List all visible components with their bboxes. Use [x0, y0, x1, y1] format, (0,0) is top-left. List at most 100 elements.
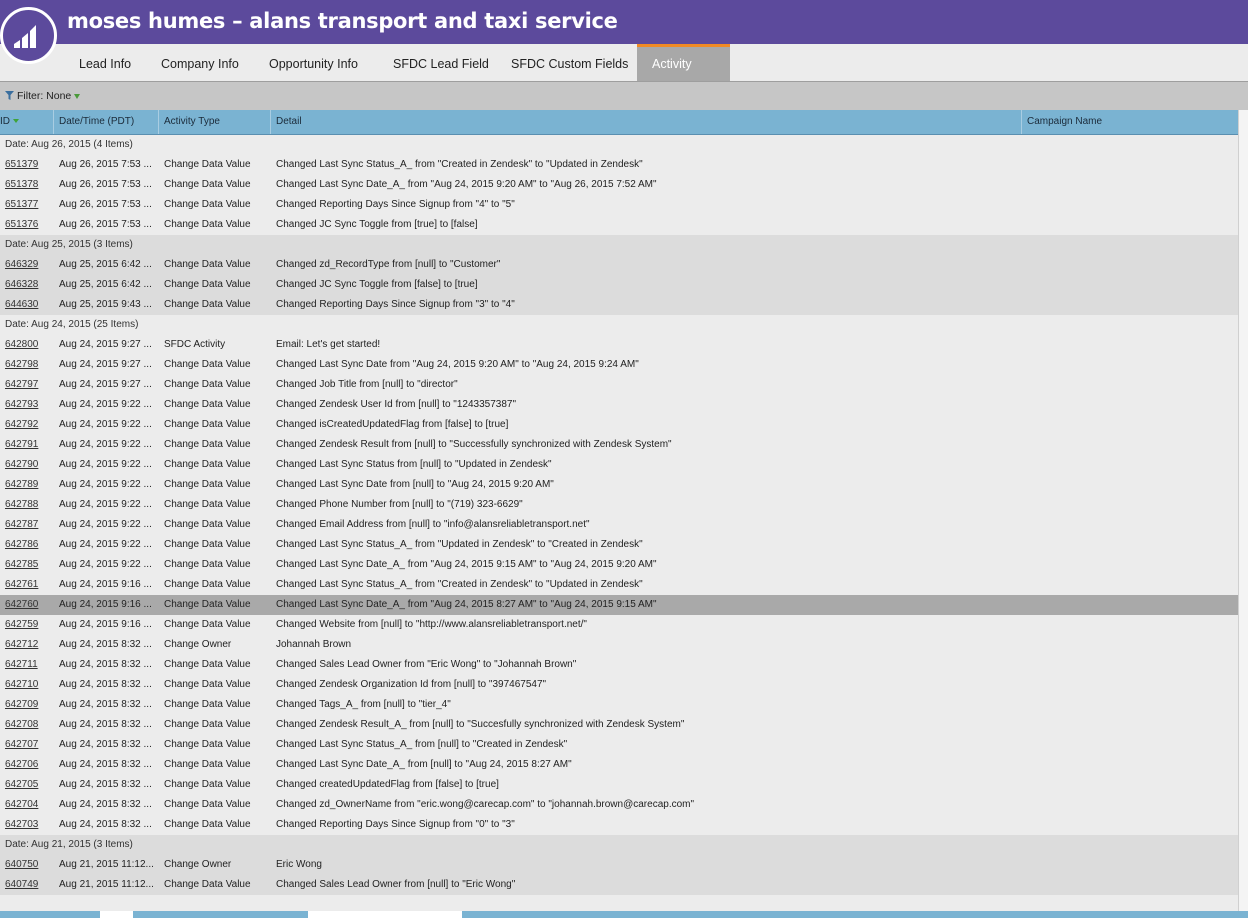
activity-id-link[interactable]: 642708	[5, 719, 38, 730]
activity-id-link[interactable]: 642787	[5, 519, 38, 530]
activity-id-link[interactable]: 642706	[5, 759, 38, 770]
detail-cell: Changed Zendesk Result from [null] to "S…	[276, 439, 672, 450]
activity-id-link[interactable]: 644630	[5, 299, 38, 310]
activity-id-link[interactable]: 642760	[5, 599, 38, 610]
col-header-datetime[interactable]: Date/Time (PDT)	[54, 110, 159, 134]
activity-id-link[interactable]: 642788	[5, 499, 38, 510]
activity-id-link[interactable]: 642761	[5, 579, 38, 590]
table-row[interactable]: 642706 Aug 24, 2015 8:32 ... Change Data V…	[0, 755, 1238, 775]
table-row[interactable]: 642792 Aug 24, 2015 9:22 ... Change Data V…	[0, 415, 1238, 435]
datetime-cell: Aug 24, 2015 9:22 ...	[59, 459, 152, 470]
col-header-campaign-name[interactable]: Campaign Name	[1022, 110, 1238, 134]
activity-id-link[interactable]: 642797	[5, 379, 38, 390]
table-row[interactable]: 642703 Aug 24, 2015 8:32 ... Change Data V…	[0, 815, 1238, 835]
date-group-header[interactable]: Date: Aug 24, 2015 (25 Items)	[0, 315, 1238, 335]
activity-id-link[interactable]: 642707	[5, 739, 38, 750]
vertical-scrollbar[interactable]	[1238, 110, 1248, 911]
table-row[interactable]: 642705 Aug 24, 2015 8:32 ... Change Data V…	[0, 775, 1238, 795]
date-group-header[interactable]: Date: Aug 25, 2015 (3 Items)	[0, 235, 1238, 255]
table-row[interactable]: 642710 Aug 24, 2015 8:32 ... Change Data V…	[0, 675, 1238, 695]
activity-id-link[interactable]: 640750	[5, 859, 38, 870]
filter-label[interactable]: Filter: None	[17, 90, 71, 102]
activity-id-link[interactable]: 642705	[5, 779, 38, 790]
date-group-header[interactable]: Date: Aug 26, 2015 (4 Items)	[0, 135, 1238, 155]
col-header-activity-type[interactable]: Activity Type	[159, 110, 271, 134]
activity-id-link[interactable]: 642792	[5, 419, 38, 430]
activity-id-link[interactable]: 642798	[5, 359, 38, 370]
col-header-id[interactable]: ID	[0, 110, 54, 134]
table-row[interactable]: 642761 Aug 24, 2015 9:16 ... Change Data V…	[0, 575, 1238, 595]
table-row[interactable]: 642760 Aug 24, 2015 9:16 ... Change Data V…	[0, 595, 1238, 615]
table-row[interactable]: 642798 Aug 24, 2015 9:27 ... Change Data V…	[0, 355, 1238, 375]
activity-id-link[interactable]: 642789	[5, 479, 38, 490]
table-row[interactable]: 651379 Aug 26, 2015 7:53 ... Change Data V…	[0, 155, 1238, 175]
filter-dropdown-icon[interactable]	[74, 94, 80, 99]
activity-id-link[interactable]: 642710	[5, 679, 38, 690]
table-row[interactable]: 646328 Aug 25, 2015 6:42 ... Change Data V…	[0, 275, 1238, 295]
table-row[interactable]: 651378 Aug 26, 2015 7:53 ... Change Data V…	[0, 175, 1238, 195]
table-row[interactable]: 642786 Aug 24, 2015 9:22 ... Change Data V…	[0, 535, 1238, 555]
activity-id-link[interactable]: 646328	[5, 279, 38, 290]
table-row[interactable]: 646329 Aug 25, 2015 6:42 ... Change Data V…	[0, 255, 1238, 275]
activity-id-link[interactable]: 642704	[5, 799, 38, 810]
activity-type-cell: Change Data Value	[164, 579, 251, 590]
table-row[interactable]: 651376 Aug 26, 2015 7:53 ... Change Data V…	[0, 215, 1238, 235]
table-row[interactable]: 642704 Aug 24, 2015 8:32 ... Change Data V…	[0, 795, 1238, 815]
horizontal-scrollbar[interactable]	[0, 911, 1248, 918]
activity-id-link[interactable]: 642786	[5, 539, 38, 550]
activity-id-link[interactable]: 642785	[5, 559, 38, 570]
tab-company-info[interactable]: Company Info	[146, 44, 254, 81]
activity-type-cell: Change Data Value	[164, 479, 251, 490]
table-row[interactable]: 642788 Aug 24, 2015 9:22 ... Change Data V…	[0, 495, 1238, 515]
activity-id-link[interactable]: 642791	[5, 439, 38, 450]
activity-id-link[interactable]: 651376	[5, 219, 38, 230]
activity-id-link[interactable]: 642712	[5, 639, 38, 650]
activity-id-link[interactable]: 642711	[5, 659, 38, 670]
scrollbar-thumb[interactable]	[308, 911, 462, 918]
activity-id-link[interactable]: 642790	[5, 459, 38, 470]
tab-lead-info[interactable]: Lead Info	[64, 44, 146, 81]
table-row[interactable]: 640750 Aug 21, 2015 11:12... Change Owner E…	[0, 855, 1238, 875]
activity-type-cell: Change Data Value	[164, 399, 251, 410]
table-row[interactable]: 651377 Aug 26, 2015 7:53 ... Change Data V…	[0, 195, 1238, 215]
tab-sfdc-custom-fields[interactable]: SFDC Custom Fields	[496, 44, 643, 81]
table-row[interactable]: 642759 Aug 24, 2015 9:16 ... Change Data V…	[0, 615, 1238, 635]
table-row[interactable]: 644630 Aug 25, 2015 9:43 ... Change Data V…	[0, 295, 1238, 315]
date-group-header[interactable]: Date: Aug 21, 2015 (3 Items)	[0, 835, 1238, 855]
detail-cell: Changed Last Sync Date_A_ from "Aug 24, …	[276, 179, 657, 190]
tab-sfdc-lead-field[interactable]: SFDC Lead Field	[378, 44, 504, 81]
activity-id-link[interactable]: 651379	[5, 159, 38, 170]
table-row[interactable]: 642709 Aug 24, 2015 8:32 ... Change Data V…	[0, 695, 1238, 715]
table-row[interactable]: 642707 Aug 24, 2015 8:32 ... Change Data V…	[0, 735, 1238, 755]
activity-id-link[interactable]: 640749	[5, 879, 38, 890]
table-row[interactable]: 642708 Aug 24, 2015 8:32 ... Change Data V…	[0, 715, 1238, 735]
marketo-logo[interactable]	[0, 7, 57, 64]
tab-activity-log[interactable]: Activity Log	[637, 44, 730, 105]
scrollbar-thumb[interactable]	[100, 911, 133, 918]
tab-opportunity-info[interactable]: Opportunity Info	[254, 44, 373, 81]
table-row[interactable]: 642791 Aug 24, 2015 9:22 ... Change Data V…	[0, 435, 1238, 455]
activity-id-link[interactable]: 642759	[5, 619, 38, 630]
col-header-detail[interactable]: Detail	[271, 110, 1022, 134]
table-row[interactable]: 642790 Aug 24, 2015 9:22 ... Change Data V…	[0, 455, 1238, 475]
table-row[interactable]: 642800 Aug 24, 2015 9:27 ... SFDC Activity…	[0, 335, 1238, 355]
activity-id-link[interactable]: 646329	[5, 259, 38, 270]
filter-icon[interactable]	[4, 90, 15, 101]
table-row[interactable]: 642789 Aug 24, 2015 9:22 ... Change Data V…	[0, 475, 1238, 495]
table-row[interactable]: 642712 Aug 24, 2015 8:32 ... Change Owner J…	[0, 635, 1238, 655]
activity-id-link[interactable]: 651377	[5, 199, 38, 210]
detail-cell: Changed Job Title from [null] to "direct…	[276, 379, 458, 390]
activity-type-cell: Change Data Value	[164, 519, 251, 530]
activity-id-link[interactable]: 642709	[5, 699, 38, 710]
activity-id-link[interactable]: 642703	[5, 819, 38, 830]
table-row[interactable]: 642793 Aug 24, 2015 9:22 ... Change Data V…	[0, 395, 1238, 415]
activity-type-cell: Change Data Value	[164, 739, 251, 750]
activity-id-link[interactable]: 651378	[5, 179, 38, 190]
activity-id-link[interactable]: 642793	[5, 399, 38, 410]
table-row[interactable]: 640749 Aug 21, 2015 11:12... Change Data V…	[0, 875, 1238, 895]
table-row[interactable]: 642797 Aug 24, 2015 9:27 ... Change Data V…	[0, 375, 1238, 395]
table-row[interactable]: 642787 Aug 24, 2015 9:22 ... Change Data V…	[0, 515, 1238, 535]
activity-id-link[interactable]: 642800	[5, 339, 38, 350]
table-row[interactable]: 642785 Aug 24, 2015 9:22 ... Change Data V…	[0, 555, 1238, 575]
table-row[interactable]: 642711 Aug 24, 2015 8:32 ... Change Data V…	[0, 655, 1238, 675]
